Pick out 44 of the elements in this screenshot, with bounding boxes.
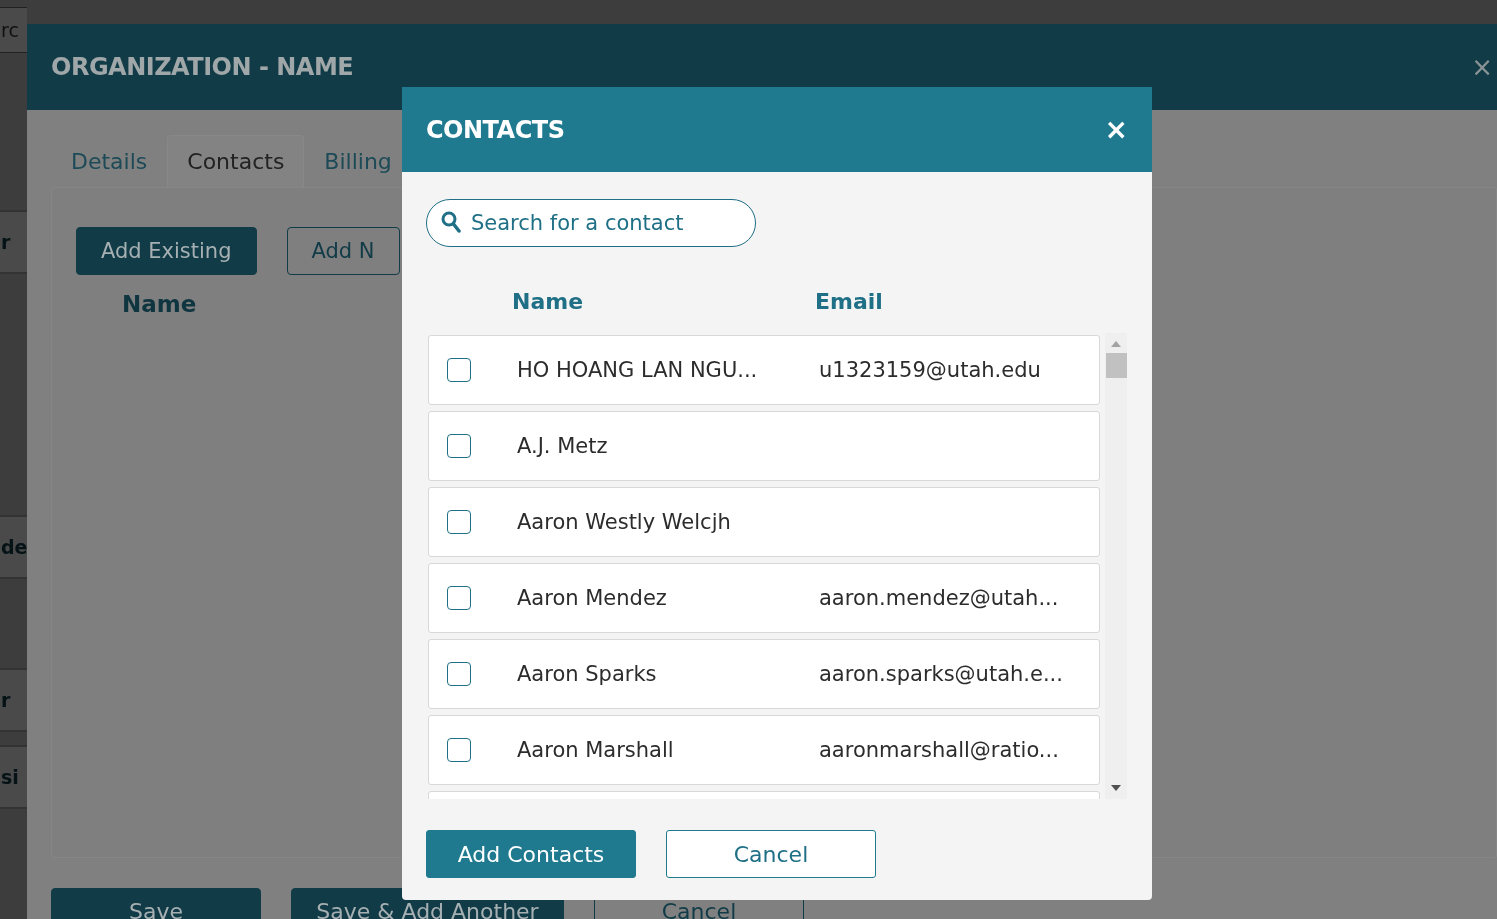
contact-row[interactable]: HO HOANG LAN NGU... u1323159@utah.edu <box>428 335 1100 405</box>
column-header: Name <box>512 289 584 314</box>
scrollbar-thumb[interactable] <box>1105 353 1127 378</box>
contact-name: HO HOANG LAN NGU... <box>517 358 758 382</box>
search-icon <box>441 211 461 233</box>
add-button[interactable]: Add Existing <box>76 227 257 275</box>
dialog-button[interactable]: Cancel <box>666 830 876 878</box>
checkbox[interactable] <box>447 738 471 762</box>
contact-name: Aaron Westly Welcjh <box>517 510 731 534</box>
row-text: r <box>1 689 11 711</box>
checkbox[interactable] <box>447 662 471 686</box>
column-header: Email <box>815 289 883 314</box>
contact-email: aaron.mendez@utah... <box>819 586 1059 610</box>
scrollbar[interactable] <box>1105 333 1127 799</box>
checkbox[interactable] <box>447 586 471 610</box>
add-button[interactable]: Add N <box>286 227 400 275</box>
contact-row[interactable]: Aaron Westly Welcjh <box>428 487 1100 557</box>
dialog-title: CONTACTS <box>426 115 565 144</box>
tab[interactable]: Contacts <box>167 135 305 187</box>
checkbox[interactable] <box>447 358 471 382</box>
contact-email: aaronmarshall@ratio... <box>819 738 1059 762</box>
dialog-button[interactable]: Add Contacts <box>426 830 636 878</box>
contact-name: Aaron Sparks <box>517 662 657 686</box>
column-header: Name <box>122 291 197 317</box>
contact-row[interactable]: A.J. Metz <box>428 411 1100 481</box>
contact-name: A.J. Metz <box>517 434 608 458</box>
close-button[interactable]: × <box>1104 113 1128 146</box>
contact-row[interactable]: Aaron Mendez aaron.mendez@utah... <box>428 563 1100 633</box>
checkbox[interactable] <box>447 510 471 534</box>
scroll-down-icon[interactable] <box>1111 785 1121 791</box>
row-text: de <box>1 536 28 558</box>
contact-name: Aaron Marshall <box>517 738 674 762</box>
row-text: si <box>1 766 19 788</box>
contact-row[interactable]: Aaron Marshall aaronmarshall@ratio... <box>428 715 1100 785</box>
close-button[interactable]: × <box>1467 52 1497 82</box>
footer-button[interactable]: Save <box>51 888 261 919</box>
contact-row[interactable]: Aaron Sparks aaron.sparks@utah.e... <box>428 639 1100 709</box>
contact-email: aaron.sparks@utah.e... <box>819 662 1063 686</box>
contact-email: u1323159@utah.edu <box>819 358 1041 382</box>
checkbox[interactable] <box>447 434 471 458</box>
row-text: r <box>1 231 11 253</box>
dialog-title: ORGANIZATION - NAME <box>51 53 354 81</box>
search-field[interactable]: Search for a contact <box>426 199 756 247</box>
contact-name: Aaron Mendez <box>517 586 667 610</box>
